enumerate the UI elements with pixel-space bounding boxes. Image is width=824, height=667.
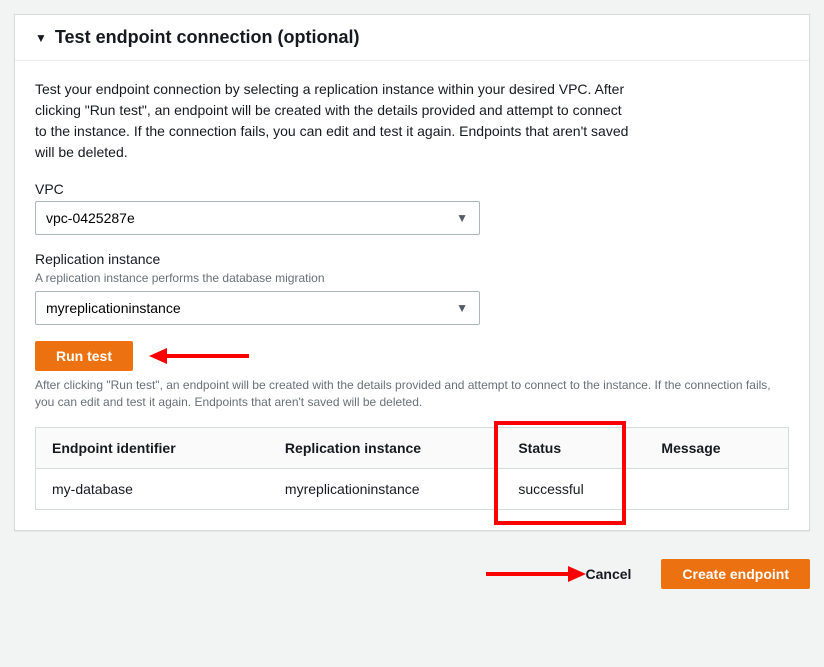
replication-select[interactable]: [35, 291, 480, 325]
table-header-row: Endpoint identifier Replication instance…: [36, 427, 789, 468]
col-message: Message: [645, 427, 788, 468]
run-test-row: Run test: [35, 341, 789, 371]
table-row: my-database myreplicationinstance succes…: [36, 468, 789, 509]
cell-message: [645, 468, 788, 509]
col-replication: Replication instance: [269, 427, 502, 468]
run-test-help: After clicking "Run test", an endpoint w…: [35, 377, 789, 411]
replication-label: Replication instance: [35, 251, 789, 267]
results-table: Endpoint identifier Replication instance…: [35, 427, 789, 510]
cell-status: successful: [502, 468, 645, 509]
caret-down-icon: ▼: [35, 31, 47, 45]
create-endpoint-button[interactable]: Create endpoint: [661, 559, 810, 589]
annotation-arrow-icon: [149, 344, 249, 368]
footer-actions: Cancel Create endpoint: [0, 545, 824, 603]
section-title: Test endpoint connection (optional): [55, 27, 360, 48]
vpc-group: VPC ▼: [35, 181, 789, 235]
results-wrap: Endpoint identifier Replication instance…: [35, 427, 789, 510]
cell-replication: myreplicationinstance: [269, 468, 502, 509]
section-description: Test your endpoint connection by selecti…: [35, 79, 635, 163]
vpc-select-wrap: ▼: [35, 201, 480, 235]
section-header[interactable]: ▼ Test endpoint connection (optional): [15, 15, 809, 61]
annotation-arrow-icon: [486, 562, 586, 586]
vpc-label: VPC: [35, 181, 789, 197]
replication-group: Replication instance A replication insta…: [35, 251, 789, 325]
col-endpoint: Endpoint identifier: [36, 427, 269, 468]
cell-endpoint: my-database: [36, 468, 269, 509]
col-status: Status: [502, 427, 645, 468]
replication-select-wrap: ▼: [35, 291, 480, 325]
replication-hint: A replication instance performs the data…: [35, 271, 789, 285]
vpc-select[interactable]: [35, 201, 480, 235]
test-endpoint-card: ▼ Test endpoint connection (optional) Te…: [14, 14, 810, 531]
section-body: Test your endpoint connection by selecti…: [15, 61, 809, 530]
run-test-button[interactable]: Run test: [35, 341, 133, 371]
